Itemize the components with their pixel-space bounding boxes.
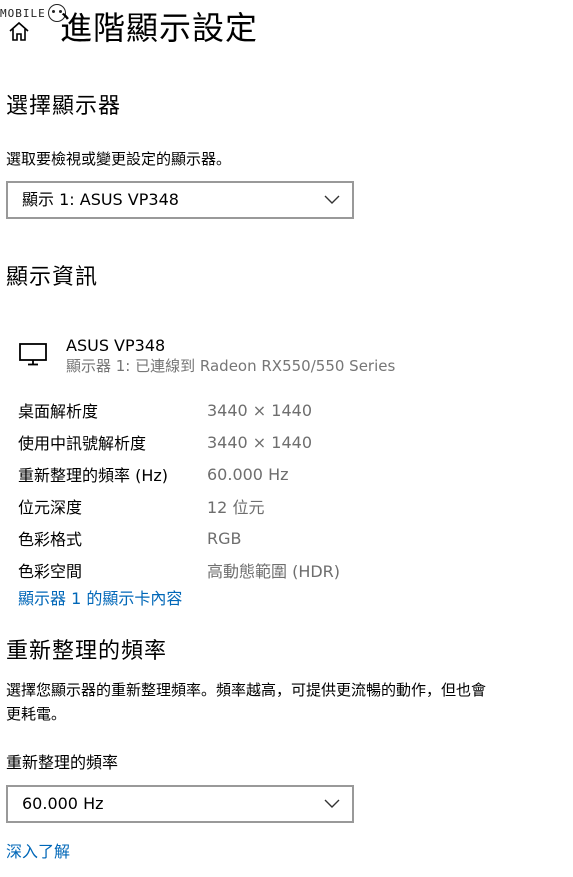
- info-value: RGB: [207, 528, 242, 548]
- info-value: 12 位元: [207, 498, 265, 517]
- monitor-text: ASUS VP348 顯示器 1: 已連線到 Radeon RX550/550 …: [66, 336, 395, 376]
- info-row-refresh-rate: 重新整理的頻率 (Hz) 60.000 Hz: [18, 458, 538, 490]
- info-label: 使用中訊號解析度: [18, 434, 147, 453]
- select-display-description: 選取要檢視或變更設定的顯示器。: [6, 150, 232, 168]
- display-info-table: 桌面解析度 3440 × 1440 使用中訊號解析度 3440 × 1440 重…: [18, 394, 538, 586]
- page-title: 進階顯示設定: [60, 9, 259, 47]
- refresh-rate-heading: 重新整理的頻率: [6, 639, 168, 664]
- monitor-summary: ASUS VP348 顯示器 1: 已連線到 Radeon RX550/550 …: [18, 336, 395, 376]
- select-display-heading: 選擇顯示器: [6, 94, 122, 119]
- info-label: 色彩空間: [18, 562, 83, 581]
- display-select-value: 顯示 1: ASUS VP348: [22, 190, 179, 209]
- info-row-bit-depth: 位元深度 12 位元: [18, 490, 538, 522]
- info-label: 色彩格式: [18, 530, 83, 549]
- header: [6, 4, 38, 48]
- monitor-name: ASUS VP348: [66, 336, 166, 355]
- refresh-rate-field-label: 重新整理的頻率: [6, 753, 119, 772]
- info-row-active-signal-resolution: 使用中訊號解析度 3440 × 1440: [18, 426, 538, 458]
- monitor-icon: [18, 342, 50, 368]
- display-adapter-properties-link[interactable]: 顯示器 1 的顯示卡內容: [18, 588, 182, 610]
- monitor-connection-info: 顯示器 1: 已連線到 Radeon RX550/550 Series: [66, 357, 396, 375]
- info-value: 3440 × 1440: [207, 432, 313, 452]
- display-select-dropdown[interactable]: 顯示 1: ASUS VP348: [6, 181, 354, 219]
- display-info-heading: 顯示資訊: [6, 265, 99, 290]
- home-icon-svg: [9, 21, 29, 41]
- info-row-color-space: 色彩空間 高動態範圍 (HDR): [18, 554, 538, 586]
- refresh-rate-description-line2: 更耗電。: [6, 705, 67, 723]
- info-label: 位元深度: [18, 498, 83, 517]
- refresh-rate-value: 60.000 Hz: [22, 794, 104, 813]
- learn-more-link[interactable]: 深入了解: [6, 841, 70, 863]
- info-row-color-format: 色彩格式 RGB: [18, 522, 538, 554]
- refresh-rate-description-line1: 選擇您顯示器的重新整理頻率。頻率越高，可提供更流暢的動作，但也會: [6, 681, 487, 699]
- info-value: 高動態範圍 (HDR): [207, 562, 341, 581]
- refresh-rate-dropdown[interactable]: 60.000 Hz: [6, 785, 354, 823]
- info-label: 桌面解析度: [18, 402, 99, 421]
- home-icon[interactable]: [6, 18, 32, 44]
- info-value: 60.000 Hz: [207, 464, 289, 484]
- chevron-down-icon: [324, 195, 340, 205]
- advanced-display-settings-page: MOBILE 進階顯示設定 選擇顯示器 選取要檢視或變更設定的顯示器。 顯示 1…: [0, 0, 573, 877]
- info-row-desktop-resolution: 桌面解析度 3440 × 1440: [18, 394, 538, 426]
- info-label: 重新整理的頻率 (Hz): [18, 466, 169, 485]
- info-value: 3440 × 1440: [207, 400, 313, 420]
- chevron-down-icon: [324, 799, 340, 809]
